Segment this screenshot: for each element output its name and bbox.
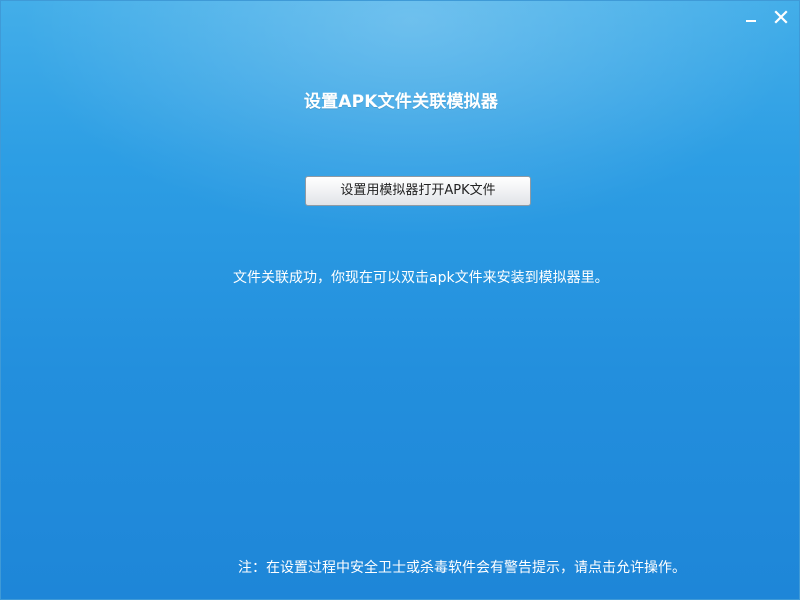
set-apk-association-button[interactable]: 设置用模拟器打开APK文件: [305, 176, 531, 206]
dialog-window: 设置APK文件关联模拟器 设置用模拟器打开APK文件 文件关联成功，你现在可以双…: [0, 0, 800, 600]
close-icon: [774, 10, 788, 24]
minimize-button[interactable]: [740, 8, 762, 26]
window-controls: [740, 8, 792, 26]
minimize-icon: [744, 10, 758, 24]
footer-note: 注：在设置过程中安全卫士或杀毒软件会有警告提示，请点击允许操作。: [238, 560, 686, 576]
page-title: 设置APK文件关联模拟器: [303, 92, 499, 112]
success-message: 文件关联成功，你现在可以双击apk文件来安装到模拟器里。: [233, 270, 609, 286]
close-button[interactable]: [770, 8, 792, 26]
